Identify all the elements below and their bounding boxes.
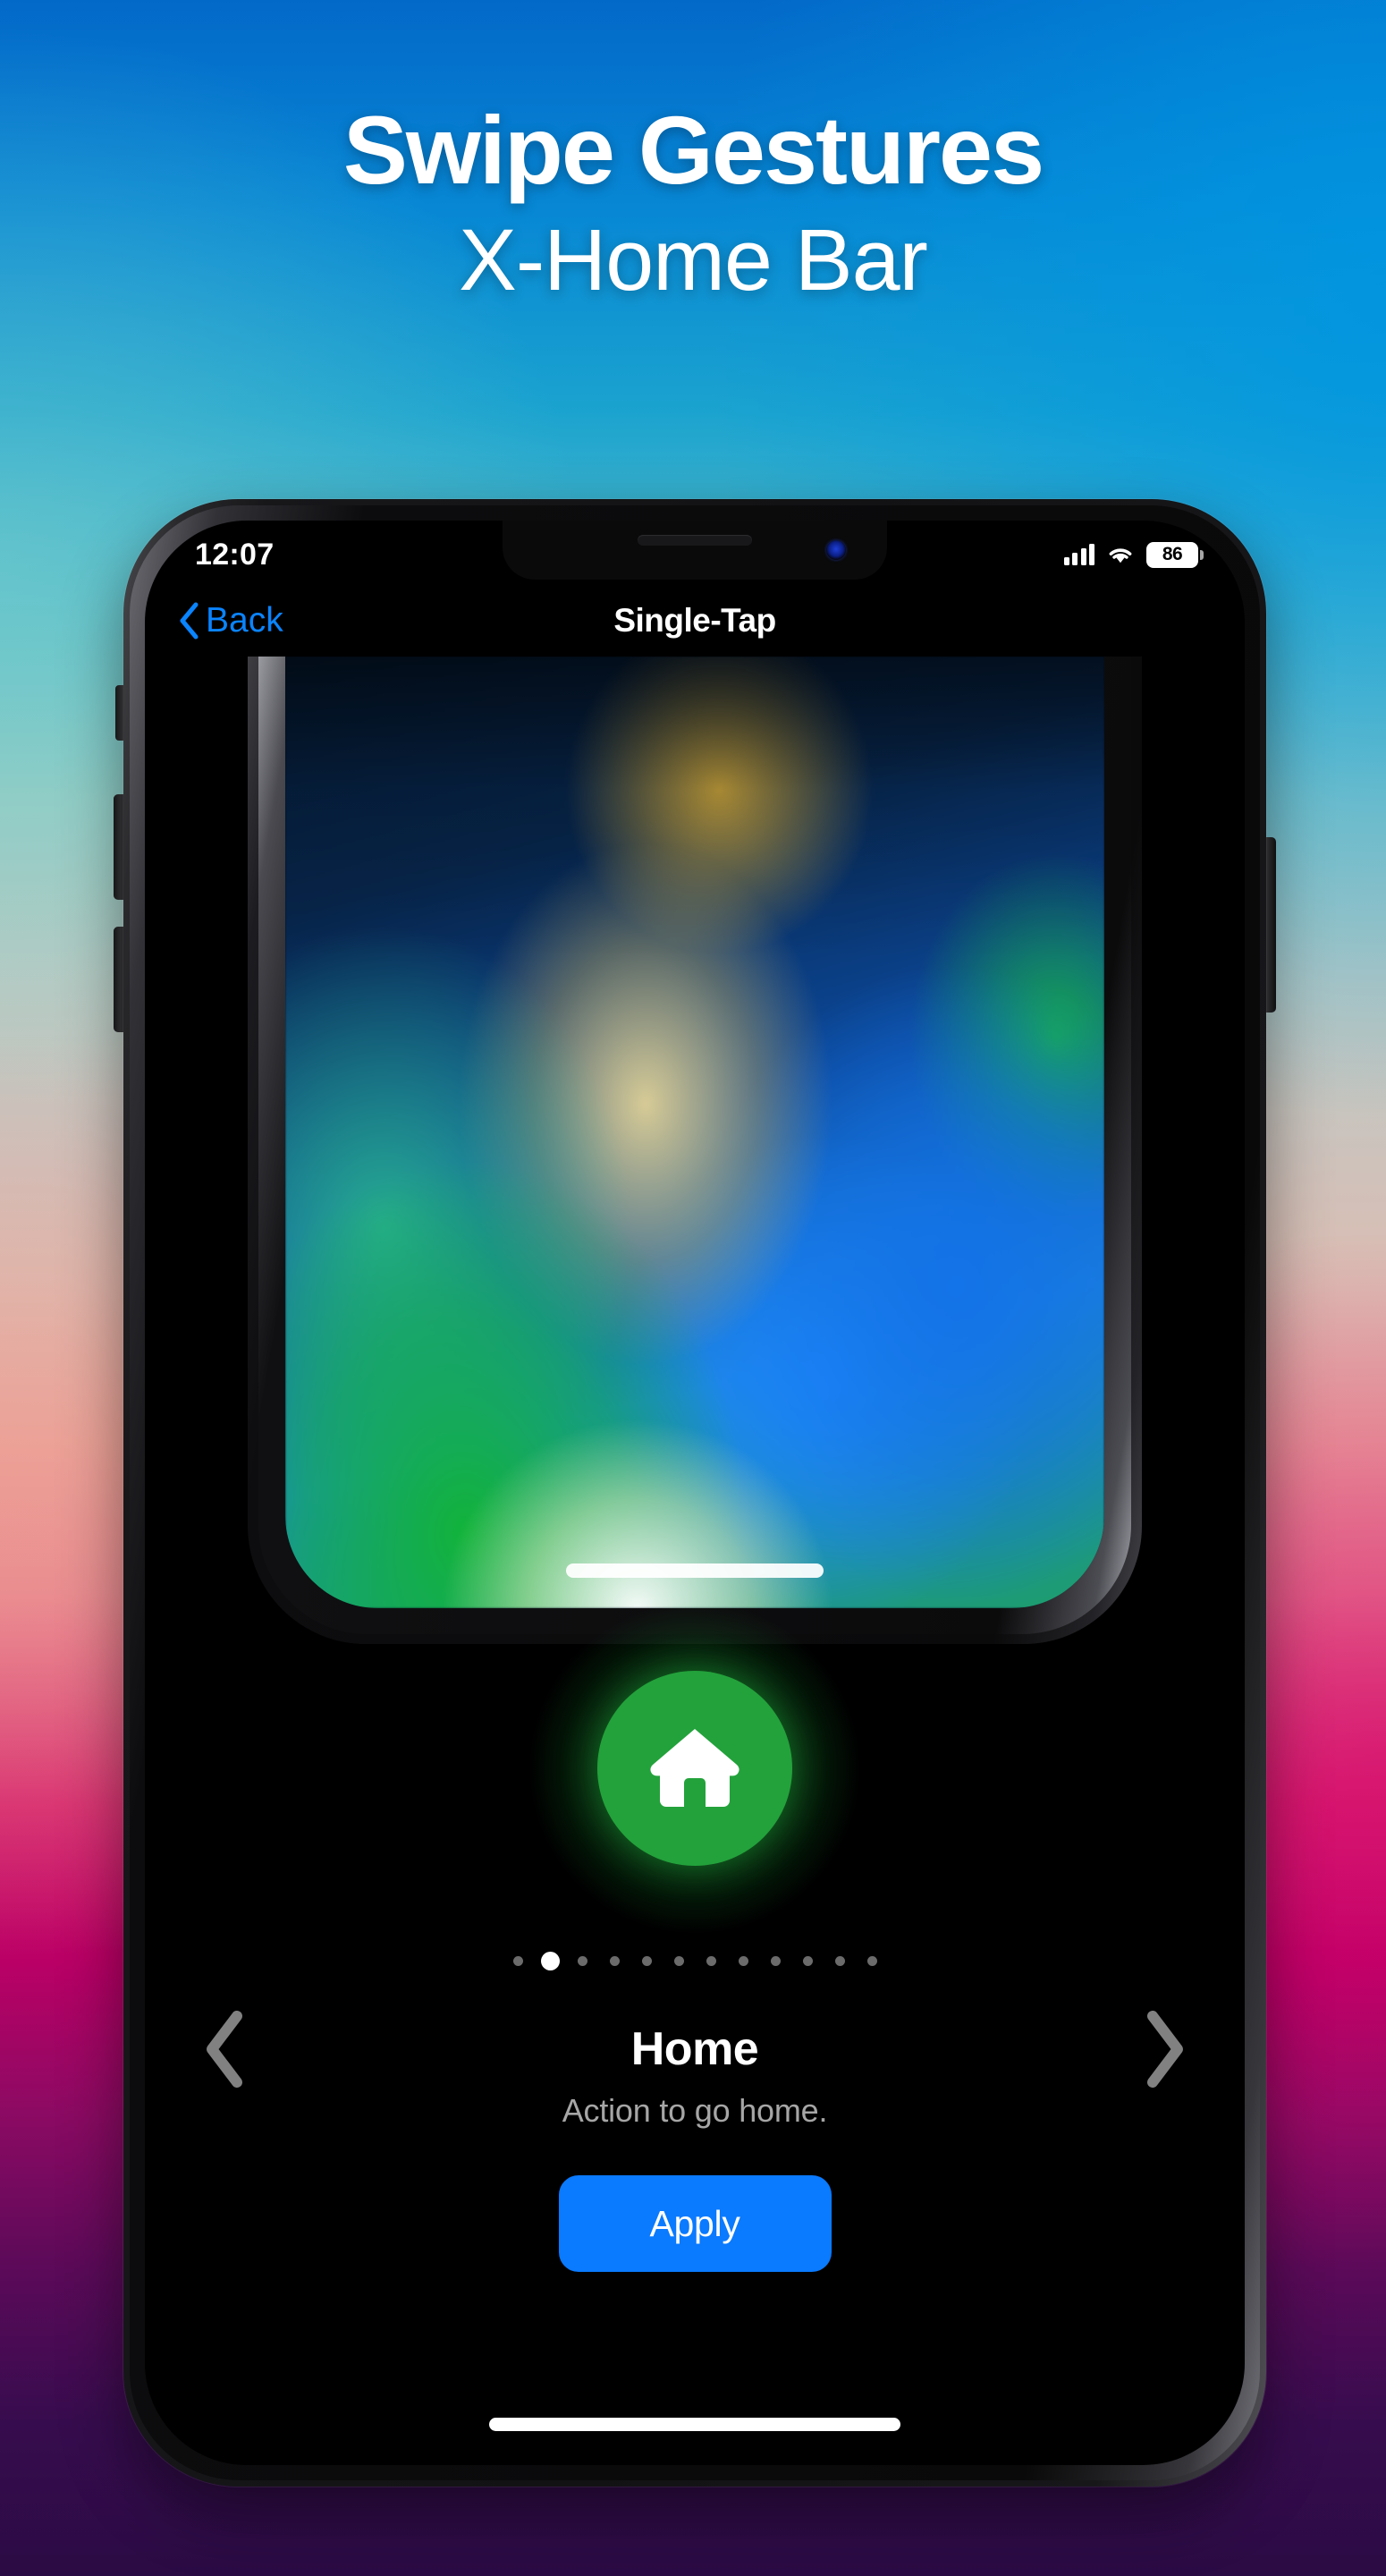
- preview-phone-bezel: [258, 657, 1131, 1634]
- status-time: 12:07: [195, 537, 275, 572]
- page-dot[interactable]: [866, 1956, 877, 1966]
- phone-screen: 12:07 86 Back Single-Tap Home Action to …: [145, 521, 1245, 2465]
- apply-area: Apply: [145, 2175, 1245, 2272]
- battery-icon: 86: [1146, 541, 1204, 568]
- navigation-bar: Back Single-Tap: [145, 583, 1245, 658]
- page-dot[interactable]: [802, 1956, 813, 1966]
- device-preview: [248, 657, 1142, 1644]
- headline-line-2: X-Home Bar: [459, 210, 928, 309]
- preview-phone-frame: [248, 657, 1142, 1644]
- home-icon: [650, 1729, 739, 1807]
- page-dot-active[interactable]: [540, 1952, 560, 1970]
- page-dot[interactable]: [609, 1956, 620, 1966]
- back-button[interactable]: Back: [177, 601, 283, 640]
- status-bar: 12:07 86: [145, 521, 1245, 583]
- previous-action-button[interactable]: [191, 2006, 258, 2092]
- next-action-button[interactable]: [1132, 2006, 1198, 2092]
- phone-mockup: 12:07 86 Back Single-Tap Home Action to …: [114, 499, 1276, 2487]
- chevron-right-icon: [1147, 2011, 1183, 2088]
- screen-title: Single-Tap: [613, 602, 776, 639]
- cellular-signal-icon: [1063, 544, 1094, 565]
- preview-home-indicator: [566, 1563, 824, 1578]
- apply-button[interactable]: Apply: [558, 2175, 832, 2272]
- page-dot[interactable]: [673, 1956, 684, 1966]
- action-icon-button[interactable]: [597, 1671, 792, 1866]
- page-dot[interactable]: [834, 1956, 845, 1966]
- page-dot[interactable]: [706, 1956, 716, 1966]
- wallpaper-shade: [285, 657, 1104, 1608]
- wifi-icon: [1109, 548, 1132, 564]
- status-indicators: 86: [1063, 541, 1204, 568]
- home-indicator[interactable]: [489, 2418, 900, 2431]
- page-dot[interactable]: [577, 1956, 587, 1966]
- action-description: Action to go home.: [562, 2092, 828, 2129]
- page-dot[interactable]: [512, 1956, 523, 1966]
- page-dot[interactable]: [738, 1956, 748, 1966]
- page-dot[interactable]: [770, 1956, 781, 1966]
- page-title: Swipe Gestures X-Home Bar: [0, 96, 1386, 309]
- headline-line-1: Swipe Gestures: [342, 96, 1044, 204]
- chevron-left-icon: [180, 602, 199, 640]
- page-indicator[interactable]: [145, 1952, 1245, 1970]
- action-carousel: Home Action to go home.: [145, 2001, 1245, 2130]
- carousel-row: Home: [145, 2001, 1245, 2097]
- preview-phone-screen: [285, 657, 1104, 1608]
- action-glow: [528, 1601, 862, 1936]
- battery-level-label: 86: [1162, 544, 1183, 564]
- phone-frame: 12:07 86 Back Single-Tap Home Action to …: [123, 499, 1266, 2487]
- back-button-label: Back: [206, 601, 283, 640]
- action-preview: [145, 1601, 1245, 1936]
- phone-bezel: 12:07 86 Back Single-Tap Home Action to …: [130, 505, 1260, 2480]
- action-title: Home: [630, 2023, 759, 2075]
- chevron-left-icon: [207, 2011, 242, 2088]
- page-dot[interactable]: [641, 1956, 652, 1966]
